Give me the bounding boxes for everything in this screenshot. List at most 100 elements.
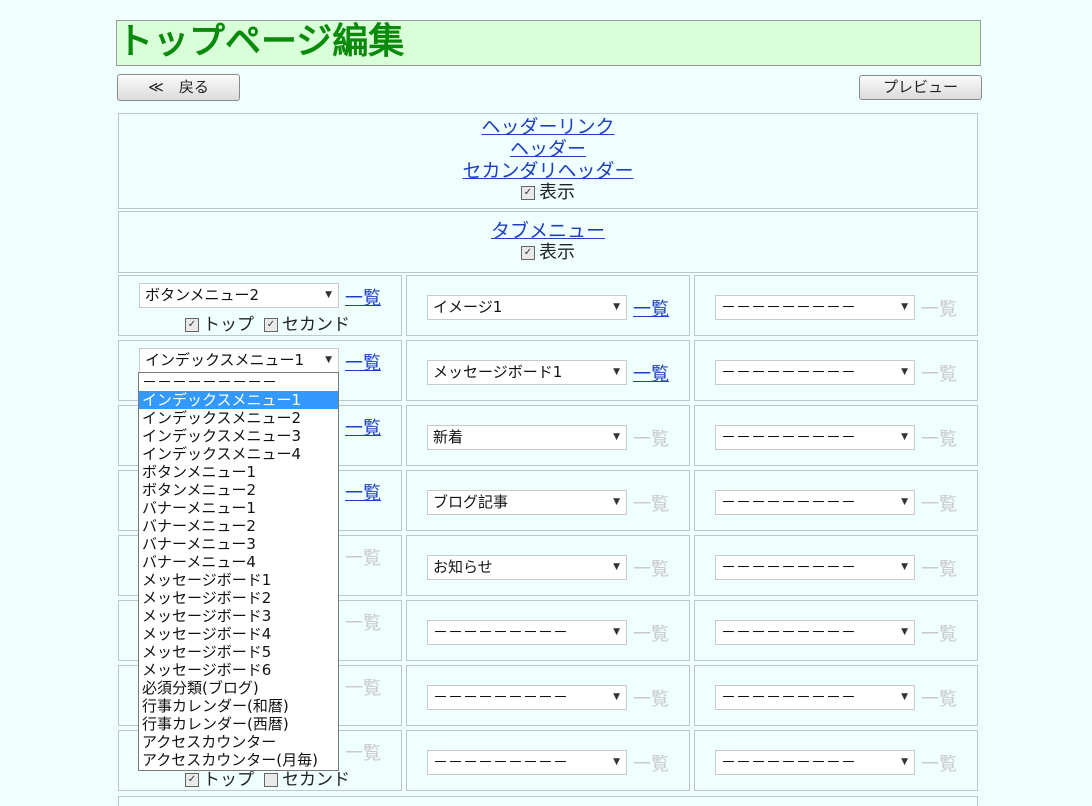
module-select[interactable]: －－－－－－－－－ ▼ <box>715 425 915 450</box>
module-select-value: －－－－－－－－－ <box>721 298 857 316</box>
list-link[interactable]: 一覧 <box>345 479 381 505</box>
module-select[interactable]: 新着 ▼ <box>427 425 627 450</box>
list-link[interactable]: 一覧 <box>633 295 669 321</box>
list-link: 一覧 <box>921 689 957 710</box>
header-show-label: 表示 <box>539 182 575 203</box>
header-section: ヘッダーリンク ヘッダー セカンダリヘッダー ✓ 表示 <box>118 113 978 209</box>
module-select[interactable]: お知らせ ▼ <box>427 555 627 580</box>
dropdown-option[interactable]: バナーメニュー3 <box>139 535 338 553</box>
dropdown-option[interactable]: インデックスメニュー1 <box>139 391 338 409</box>
grid-cell: お知らせ ▼ 一覧 <box>406 535 690 596</box>
header-link[interactable]: ヘッダー <box>119 138 977 160</box>
module-select[interactable]: －－－－－－－－－ ▼ <box>715 685 915 710</box>
top-checkbox[interactable]: ✓ <box>185 318 199 332</box>
list-link: 一覧 <box>633 429 669 450</box>
grid-cell: －－－－－－－－－ ▼ 一覧 <box>694 405 978 466</box>
module-select[interactable]: イメージ1 ▼ <box>427 295 627 320</box>
dropdown-option[interactable]: バナーメニュー1 <box>139 499 338 517</box>
module-select-value: お知らせ <box>433 558 493 576</box>
grid-cell: －－－－－－－－－ ▼ 一覧 <box>694 600 978 661</box>
dropdown-option[interactable]: 行事カレンダー(和暦) <box>139 697 338 715</box>
dropdown-option[interactable]: インデックスメニュー4 <box>139 445 338 463</box>
dropdown-list[interactable]: －－－－－－－－－ インデックスメニュー1 インデックスメニュー2 インデックスメニュ… <box>138 372 339 771</box>
list-link: 一覧 <box>921 299 957 320</box>
second-checkbox[interactable] <box>264 773 278 787</box>
module-select[interactable]: インデックスメニュー1 ▼ <box>139 348 339 373</box>
grid-cell: ボタンメニュー2 ▼ 一覧 ✓ トップ ✓ セカンド <box>118 275 402 336</box>
list-link: 一覧 <box>633 754 669 775</box>
module-select-value: インデックスメニュー1 <box>145 351 305 369</box>
top-checkbox[interactable]: ✓ <box>185 773 199 787</box>
module-select[interactable]: －－－－－－－－－ ▼ <box>715 750 915 775</box>
dropdown-arrow-icon: ▼ <box>901 692 908 702</box>
secondary-header-link[interactable]: セカンダリヘッダー <box>119 160 977 182</box>
dropdown-option[interactable]: メッセージボード1 <box>139 571 338 589</box>
module-select[interactable]: メッセージボード1 ▼ <box>427 360 627 385</box>
dropdown-arrow-icon: ▼ <box>613 367 620 377</box>
header-show-checkbox[interactable]: ✓ <box>521 186 535 200</box>
grid-cell: －－－－－－－－－ ▼ 一覧 <box>694 535 978 596</box>
grid-cell: －－－－－－－－－ ▼ 一覧 <box>694 470 978 531</box>
dropdown-arrow-icon: ▼ <box>613 497 620 507</box>
dropdown-arrow-icon: ▼ <box>901 497 908 507</box>
preview-button[interactable]: プレビュー <box>859 75 982 100</box>
dropdown-option[interactable]: メッセージボード6 <box>139 661 338 679</box>
dropdown-arrow-icon: ▼ <box>613 692 620 702</box>
module-select[interactable]: －－－－－－－－－ ▼ <box>427 685 627 710</box>
dropdown-option[interactable]: アクセスカウンター <box>139 733 338 751</box>
module-select[interactable]: －－－－－－－－－ ▼ <box>715 295 915 320</box>
dropdown-arrow-icon: ▼ <box>325 290 332 300</box>
second-checkbox[interactable]: ✓ <box>264 318 278 332</box>
module-select-value: －－－－－－－－－ <box>721 493 857 511</box>
dropdown-arrow-icon: ▼ <box>613 302 620 312</box>
module-select[interactable]: －－－－－－－－－ ▼ <box>715 555 915 580</box>
module-select[interactable]: －－－－－－－－－ ▼ <box>715 490 915 515</box>
page-title: トップページ編集 <box>117 21 405 62</box>
list-link: 一覧 <box>633 559 669 580</box>
module-select-value: メッセージボード1 <box>433 363 563 381</box>
dropdown-arrow-icon: ▼ <box>613 757 620 767</box>
module-select-value: －－－－－－－－－ <box>433 688 569 706</box>
dropdown-option[interactable]: メッセージボード2 <box>139 589 338 607</box>
dropdown-option[interactable]: バナーメニュー4 <box>139 553 338 571</box>
module-select[interactable]: ブログ記事 ▼ <box>427 490 627 515</box>
dropdown-option[interactable]: 行事カレンダー(西暦) <box>139 715 338 733</box>
list-link: 一覧 <box>921 559 957 580</box>
dropdown-option[interactable]: ボタンメニュー2 <box>139 481 338 499</box>
list-link: 一覧 <box>921 624 957 645</box>
list-link: 一覧 <box>345 613 381 634</box>
tab-show-checkbox[interactable]: ✓ <box>521 246 535 260</box>
dropdown-arrow-icon: ▼ <box>613 432 620 442</box>
list-link: 一覧 <box>633 689 669 710</box>
list-link[interactable]: 一覧 <box>345 349 381 375</box>
grid-cell: －－－－－－－－－ ▼ 一覧 <box>406 600 690 661</box>
list-link: 一覧 <box>345 548 381 569</box>
dropdown-option[interactable]: メッセージボード3 <box>139 607 338 625</box>
back-button[interactable]: ≪ 戻る <box>117 74 240 101</box>
dropdown-option[interactable]: バナーメニュー2 <box>139 517 338 535</box>
grid-cell: 新着 ▼ 一覧 <box>406 405 690 466</box>
dropdown-option[interactable]: ボタンメニュー1 <box>139 463 338 481</box>
dropdown-option[interactable]: －－－－－－－－－ <box>139 373 338 391</box>
dropdown-arrow-icon: ▼ <box>613 627 620 637</box>
module-select[interactable]: －－－－－－－－－ ▼ <box>427 620 627 645</box>
dropdown-arrow-icon: ▼ <box>901 562 908 572</box>
dropdown-arrow-icon: ▼ <box>901 627 908 637</box>
dropdown-option[interactable]: メッセージボード5 <box>139 643 338 661</box>
module-select[interactable]: －－－－－－－－－ ▼ <box>715 360 915 385</box>
dropdown-option[interactable]: インデックスメニュー2 <box>139 409 338 427</box>
tab-menu-link[interactable]: タブメニュー <box>119 220 977 242</box>
title-bar: トップページ編集 <box>116 20 981 66</box>
dropdown-option[interactable]: メッセージボード4 <box>139 625 338 643</box>
tab-show-label: 表示 <box>539 242 575 263</box>
module-select[interactable]: －－－－－－－－－ ▼ <box>715 620 915 645</box>
module-select[interactable]: ボタンメニュー2 ▼ <box>139 283 339 308</box>
header-link-link[interactable]: ヘッダーリンク <box>119 116 977 138</box>
list-link[interactable]: 一覧 <box>345 284 381 310</box>
dropdown-option[interactable]: 必須分類(ブログ) <box>139 679 338 697</box>
list-link[interactable]: 一覧 <box>633 360 669 386</box>
dropdown-option[interactable]: インデックスメニュー3 <box>139 427 338 445</box>
dropdown-option[interactable]: アクセスカウンター(月毎) <box>139 751 338 769</box>
list-link[interactable]: 一覧 <box>345 414 381 440</box>
module-select[interactable]: －－－－－－－－－ ▼ <box>427 750 627 775</box>
